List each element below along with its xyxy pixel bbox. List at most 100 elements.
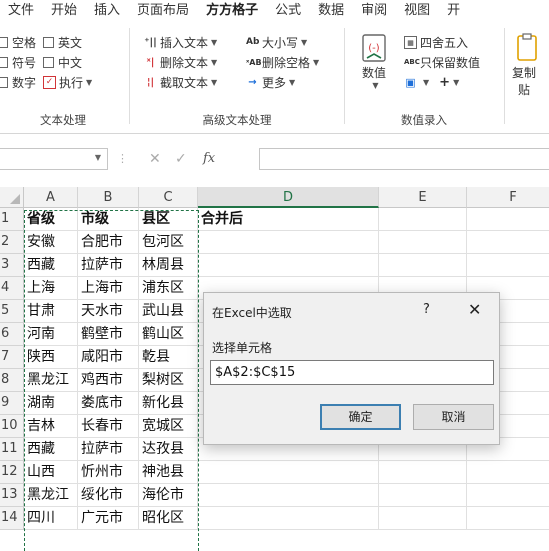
- chevron-down-icon[interactable]: ▼: [453, 78, 459, 87]
- table-cell[interactable]: 娄底市: [78, 392, 139, 415]
- row-header[interactable]: 13: [0, 484, 24, 507]
- cancel-button[interactable]: 取消: [413, 404, 494, 430]
- menu-tab[interactable]: 页面布局: [129, 0, 198, 22]
- table-cell[interactable]: [467, 461, 549, 484]
- row-header[interactable]: 12: [0, 461, 24, 484]
- table-cell[interactable]: [379, 231, 467, 254]
- table-cell[interactable]: 西藏: [24, 254, 78, 277]
- table-cell[interactable]: [467, 507, 549, 530]
- column-header[interactable]: A: [24, 187, 78, 208]
- table-cell[interactable]: 宽城区: [139, 415, 198, 438]
- table-cell[interactable]: 山西: [24, 461, 78, 484]
- table-cell[interactable]: [198, 231, 379, 254]
- menu-tab[interactable]: 数据: [310, 0, 353, 22]
- checkbox-box[interactable]: [0, 56, 8, 68]
- table-cell[interactable]: 咸阳市: [78, 346, 139, 369]
- table-cell[interactable]: 拉萨市: [78, 438, 139, 461]
- table-cell[interactable]: 陕西: [24, 346, 78, 369]
- row-header[interactable]: 7: [0, 346, 24, 369]
- checkbox-box[interactable]: [0, 36, 8, 48]
- table-cell[interactable]: [379, 254, 467, 277]
- table-cell[interactable]: 新化县: [139, 392, 198, 415]
- table-cell[interactable]: 安徽: [24, 231, 78, 254]
- row-header[interactable]: 10: [0, 415, 24, 438]
- delete-space-button[interactable]: ˣAB 删除空格 ▼: [246, 52, 319, 72]
- table-cell[interactable]: 上海市: [78, 277, 139, 300]
- menu-tab[interactable]: 开始: [43, 0, 86, 22]
- header-cell[interactable]: [467, 208, 549, 231]
- values-only-button[interactable]: ABC 只保留数值: [404, 52, 480, 72]
- header-cell[interactable]: 县区: [139, 208, 198, 231]
- table-cell[interactable]: 甘肃: [24, 300, 78, 323]
- table-cell[interactable]: 绥化市: [78, 484, 139, 507]
- table-cell[interactable]: 湖南: [24, 392, 78, 415]
- checkbox-english[interactable]: 英文: [43, 34, 82, 51]
- table-cell[interactable]: 浦东区: [139, 277, 198, 300]
- close-button[interactable]: ✕: [468, 300, 481, 319]
- cancel-icon[interactable]: ✕: [149, 151, 161, 167]
- confirm-icon[interactable]: ✓: [175, 151, 187, 167]
- table-cell[interactable]: [379, 507, 467, 530]
- table-cell[interactable]: 昭化区: [139, 507, 198, 530]
- table-cell[interactable]: 鸡西市: [78, 369, 139, 392]
- row-header[interactable]: 11: [0, 438, 24, 461]
- header-cell[interactable]: 合并后: [198, 208, 379, 231]
- header-cell[interactable]: 省级: [24, 208, 78, 231]
- column-header[interactable]: B: [78, 187, 139, 208]
- row-header[interactable]: 3: [0, 254, 24, 277]
- chevron-down-icon[interactable]: ▼: [423, 78, 429, 87]
- copy-paste-button[interactable]: 复制 贴: [508, 32, 540, 98]
- row-header[interactable]: 6: [0, 323, 24, 346]
- table-cell[interactable]: 黑龙江: [24, 484, 78, 507]
- row-header[interactable]: 2: [0, 231, 24, 254]
- menu-tab[interactable]: 插入: [86, 0, 129, 22]
- checkbox-symbol[interactable]: 符号: [0, 54, 36, 71]
- table-cell[interactable]: 鹤壁市: [78, 323, 139, 346]
- table-cell[interactable]: 海伦市: [139, 484, 198, 507]
- checkbox-number[interactable]: 数字: [0, 74, 36, 91]
- case-button[interactable]: Ab 大小写 ▼: [246, 32, 319, 52]
- table-cell[interactable]: 拉萨市: [78, 254, 139, 277]
- delete-text-button[interactable]: ˣ| 删除文本 ▼: [144, 52, 218, 72]
- column-header[interactable]: C: [139, 187, 198, 208]
- table-cell[interactable]: 达孜县: [139, 438, 198, 461]
- row-header[interactable]: 9: [0, 392, 24, 415]
- table-cell[interactable]: 忻州市: [78, 461, 139, 484]
- row-header[interactable]: 14: [0, 507, 24, 530]
- table-cell[interactable]: 梨树区: [139, 369, 198, 392]
- table-cell[interactable]: [198, 461, 379, 484]
- table-cell[interactable]: 合肥市: [78, 231, 139, 254]
- table-cell[interactable]: 天水市: [78, 300, 139, 323]
- checkbox-box[interactable]: [43, 36, 55, 48]
- table-cell[interactable]: 吉林: [24, 415, 78, 438]
- format-icon[interactable]: ▣: [404, 76, 417, 89]
- column-header[interactable]: D: [198, 187, 379, 208]
- formula-input[interactable]: [259, 148, 549, 170]
- table-cell[interactable]: 长春市: [78, 415, 139, 438]
- select-all-corner[interactable]: [0, 187, 24, 208]
- table-cell[interactable]: [198, 484, 379, 507]
- ok-button[interactable]: 确定: [320, 404, 401, 430]
- table-cell[interactable]: [198, 254, 379, 277]
- checkbox-box[interactable]: [43, 56, 55, 68]
- table-cell[interactable]: 林周县: [139, 254, 198, 277]
- table-cell[interactable]: 四川: [24, 507, 78, 530]
- table-cell[interactable]: 乾县: [139, 346, 198, 369]
- table-cell[interactable]: 武山县: [139, 300, 198, 323]
- table-cell[interactable]: 黑龙江: [24, 369, 78, 392]
- table-cell[interactable]: 上海: [24, 277, 78, 300]
- menu-tab[interactable]: 文件: [0, 0, 43, 22]
- row-header[interactable]: 1: [0, 208, 24, 231]
- table-cell[interactable]: 广元市: [78, 507, 139, 530]
- name-box[interactable]: ▼: [0, 148, 108, 170]
- range-input[interactable]: $A$2:$C$15: [210, 360, 494, 385]
- insert-text-button[interactable]: ⁺|| 插入文本 ▼: [144, 32, 217, 52]
- chevron-down-icon[interactable]: ▼: [95, 153, 101, 162]
- table-cell[interactable]: [467, 254, 549, 277]
- row-header[interactable]: 4: [0, 277, 24, 300]
- row-header[interactable]: 8: [0, 369, 24, 392]
- extract-text-button[interactable]: ¦| 截取文本 ▼: [144, 72, 217, 92]
- column-header[interactable]: E: [379, 187, 467, 208]
- table-cell[interactable]: 包河区: [139, 231, 198, 254]
- checkbox-chinese[interactable]: 中文: [43, 54, 82, 71]
